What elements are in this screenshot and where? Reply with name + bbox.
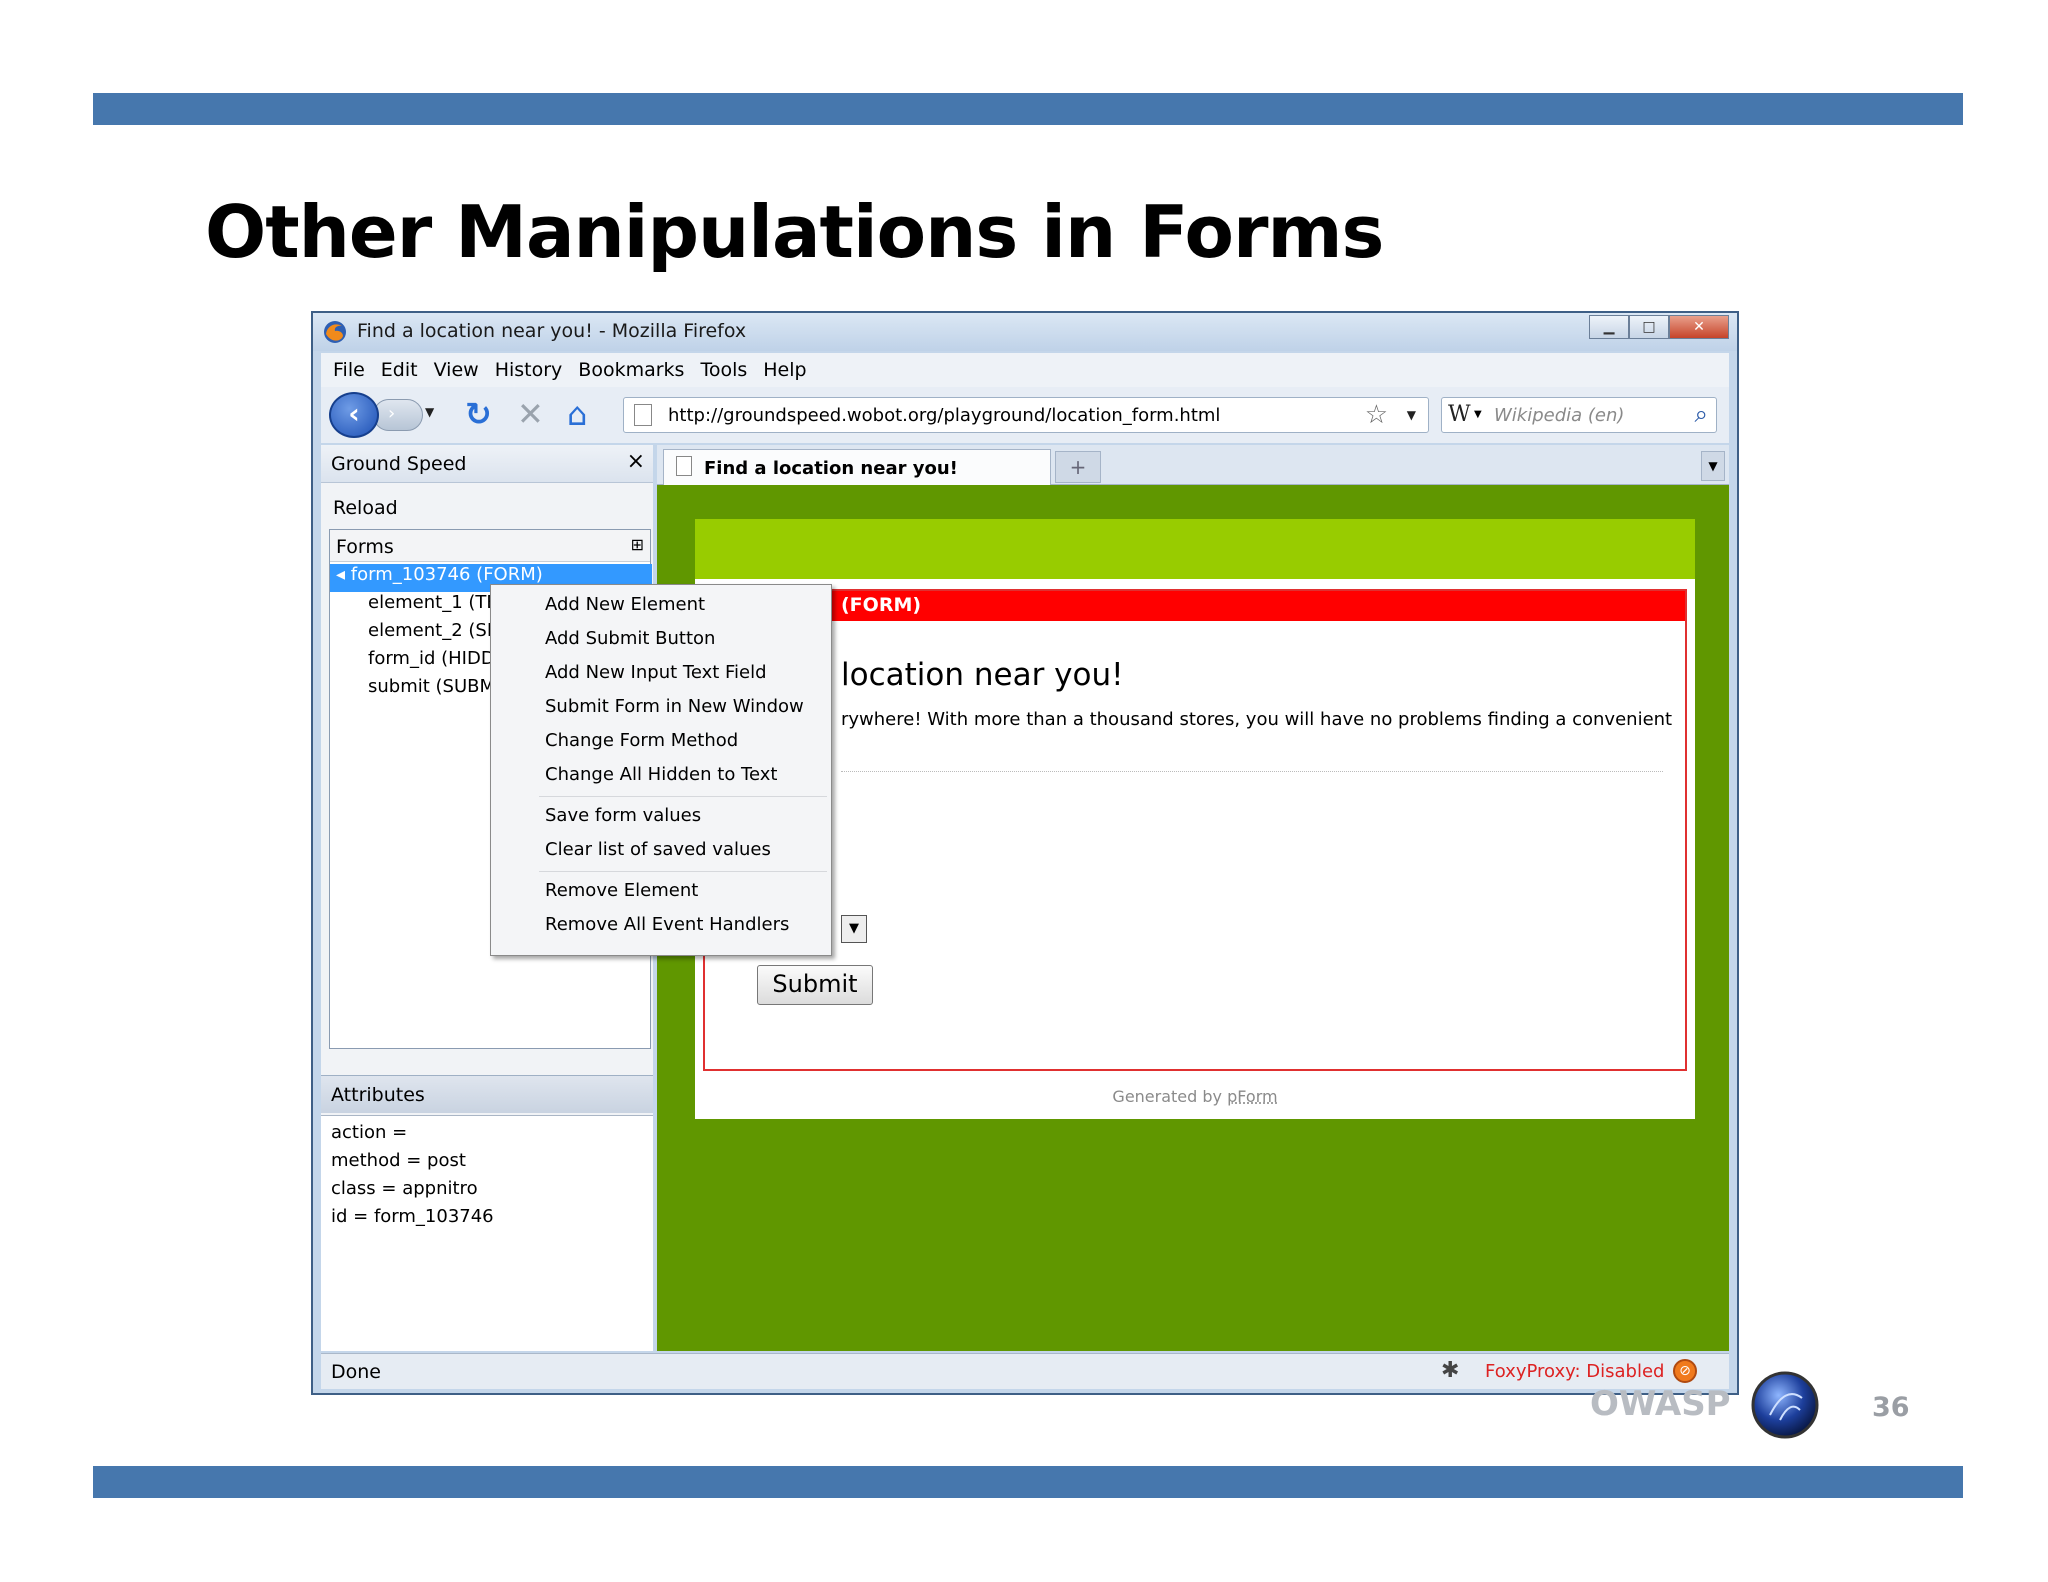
menu-edit[interactable]: Edit [381,359,418,381]
attribute-row[interactable]: action = [321,1122,653,1150]
tab-list-dropdown-icon[interactable]: ▼ [1701,451,1725,481]
submit-button[interactable]: Submit [757,965,873,1005]
sidebar-title: Ground Speed [331,453,467,475]
slide-bottom-bar [93,1466,1963,1498]
title-bar: Find a location near you! - Mozilla Fire… [313,313,1737,351]
form-heading: location near you! [841,657,1124,693]
history-dropdown-icon[interactable]: ▼ [425,405,434,419]
menu-file[interactable]: File [333,359,365,381]
form-highlight-label: (FORM) [705,591,1685,621]
menu-tools[interactable]: Tools [700,359,747,381]
menu-remove-event-handlers[interactable]: Remove All Event Handlers [491,909,831,943]
page-icon [634,404,652,426]
menu-remove-element[interactable]: Remove Element [491,875,831,909]
window-controls: ▁ □ ✕ [1589,315,1729,339]
menu-bar: File Edit View History Bookmarks Tools H… [321,353,1729,387]
new-tab-button[interactable]: + [1055,451,1101,483]
tree-expand-icon[interactable]: ◂ [336,564,345,585]
menu-add-submit-button[interactable]: Add Submit Button [491,623,831,657]
attributes-list: action = method = post class = appnitro … [321,1115,653,1351]
attribute-row[interactable]: id = form_103746 [321,1206,653,1234]
tree-item-form-id[interactable]: form_id (HIDDEN) [368,648,498,676]
menu-save-form-values[interactable]: Save form values [491,800,831,834]
menu-history[interactable]: History [495,359,563,381]
search-placeholder: Wikipedia (en) [1494,405,1625,426]
forms-header: Forms ⊞ [330,530,650,562]
menu-add-new-element[interactable]: Add New Element [491,589,831,623]
menu-help[interactable]: Help [763,359,806,381]
url-dropdown-icon[interactable]: ▼ [1407,408,1416,422]
form-divider [841,771,1663,772]
status-bar: Done ✱ FoxyProxy: Disabled ⊘ [321,1353,1729,1389]
menu-view[interactable]: View [434,359,479,381]
sidebar-header: Ground Speed × [321,445,653,483]
close-button[interactable]: ✕ [1669,315,1729,339]
tab-strip: Find a location near you! + ▼ [657,445,1729,485]
page-number: 36 [1872,1392,1910,1423]
search-icon[interactable]: ⌕ [1695,400,1708,428]
home-icon[interactable]: ⌂ [567,397,587,431]
firefox-icon [324,321,346,343]
select-dropdown-icon[interactable]: ▼ [841,915,867,943]
form-type-label: (FORM) [841,594,922,616]
form-description: rywhere! With more than a thousand store… [841,709,1673,730]
generated-by-text: Generated by [1112,1087,1223,1106]
tree-item-submit[interactable]: submit (SUBMIT) [368,676,498,704]
url-text: http://groundspeed.wobot.org/playground/… [668,405,1221,426]
maximize-button[interactable]: □ [1629,315,1669,339]
tree-item-element-1[interactable]: element_1 (TEXT) [368,592,498,620]
reload-button[interactable]: Reload [333,497,398,519]
menu-separator [539,871,827,872]
tree-item-label: form_103746 (FORM) [350,564,543,585]
context-menu: Add New Element Add Submit Button Add Ne… [490,584,832,956]
attribute-row[interactable]: method = post [321,1150,653,1178]
menu-bookmarks[interactable]: Bookmarks [578,359,684,381]
navigation-toolbar: › ‹ ▼ ↻ ✕ ⌂ http://groundspeed.wobot.org… [321,387,1729,443]
menu-separator [539,796,827,797]
reload-icon[interactable]: ↻ [465,397,492,431]
firebug-icon[interactable]: ✱ [1441,1358,1459,1383]
url-bar[interactable]: http://groundspeed.wobot.org/playground/… [623,397,1429,433]
forms-label: Forms [336,536,394,558]
slide-title: Other Manipulations in Forms [205,190,1384,274]
search-bar[interactable]: W ▼ Wikipedia (en) ⌕ [1441,397,1717,433]
attributes-header: Attributes [321,1075,653,1113]
foxyproxy-icon[interactable]: ⊘ [1673,1359,1697,1383]
form-card: (FORM) location near you! rywhere! With … [695,579,1695,1119]
slide-top-bar [93,93,1963,125]
tree-item-element-2[interactable]: element_2 (SELECT) [368,620,498,648]
window-title: Find a location near you! - Mozilla Fire… [357,320,747,342]
stop-icon[interactable]: ✕ [517,397,544,431]
menu-add-new-input-text-field[interactable]: Add New Input Text Field [491,657,831,691]
wikipedia-icon[interactable]: W [1448,402,1471,427]
status-text: Done [331,1361,381,1383]
tab-label: Find a location near you! [704,458,958,479]
forward-button[interactable]: › [373,399,423,431]
attributes-label: Attributes [331,1084,425,1106]
sidebar-close-icon[interactable]: × [627,449,645,474]
owasp-logo-icon [1751,1371,1819,1439]
back-button[interactable]: ‹ [329,392,379,438]
column-picker-icon[interactable]: ⊞ [631,535,644,554]
menu-change-hidden-to-text[interactable]: Change All Hidden to Text [491,759,831,793]
owasp-brand: OWASP [1590,1384,1731,1424]
page-icon [676,456,692,476]
menu-change-form-method[interactable]: Change Form Method [491,725,831,759]
generated-by: Generated by pForm [695,1087,1695,1106]
page-header-bar [695,519,1695,579]
highlighted-form: (FORM) location near you! rywhere! With … [703,589,1687,1071]
attribute-row[interactable]: class = appnitro [321,1178,653,1206]
minimize-button[interactable]: ▁ [1589,315,1629,339]
search-engine-dropdown-icon[interactable]: ▼ [1474,409,1482,420]
tab-find-location[interactable]: Find a location near you! [663,449,1051,485]
pform-link[interactable]: pForm [1227,1087,1277,1106]
foxyproxy-status[interactable]: FoxyProxy: Disabled [1485,1361,1664,1382]
menu-clear-saved-values[interactable]: Clear list of saved values [491,834,831,868]
menu-submit-form-new-window[interactable]: Submit Form in New Window [491,691,831,725]
bookmark-star-icon[interactable]: ☆ [1365,400,1388,430]
